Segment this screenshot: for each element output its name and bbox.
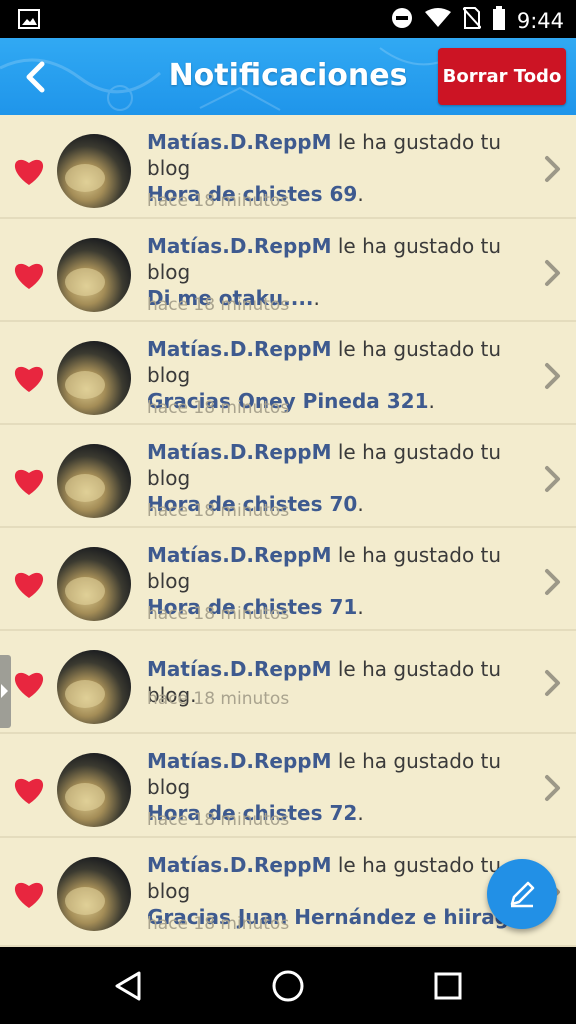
chevron-right-icon[interactable] <box>542 259 564 287</box>
notification-end: . <box>428 389 435 413</box>
status-bar: 9:44 <box>0 0 576 38</box>
notification-time: hace 18 minutos <box>147 810 290 830</box>
notification-time: hace 18 minutos <box>147 604 290 624</box>
status-icons: 9:44 <box>391 6 564 35</box>
chevron-right-icon[interactable] <box>542 774 564 802</box>
avatar[interactable] <box>57 753 131 827</box>
chevron-right-icon[interactable] <box>542 465 564 493</box>
notification-user[interactable]: Matías.D.ReppM <box>147 749 332 773</box>
notification-user[interactable]: Matías.D.ReppM <box>147 657 332 681</box>
heart-icon <box>14 672 44 698</box>
notification-row[interactable]: Matías.D.ReppM le ha gustado tu blog Hora… <box>0 734 576 838</box>
avatar[interactable] <box>57 857 131 931</box>
notification-end: . <box>313 286 320 310</box>
battery-icon <box>492 6 505 35</box>
nav-recents-button[interactable] <box>428 967 468 1005</box>
chevron-right-icon[interactable] <box>542 568 564 596</box>
pencil-icon <box>510 881 535 908</box>
heart-icon <box>14 263 44 289</box>
notification-time: hace 18 minutos <box>147 914 290 934</box>
notification-row[interactable]: Matías.D.ReppM le ha gustado tu blog Grac… <box>0 322 576 425</box>
app-bar: Notificaciones Borrar Todo <box>0 38 576 115</box>
notification-list: Matías.D.ReppM le ha gustado tu blog Hora… <box>0 115 576 947</box>
compose-button[interactable] <box>487 859 557 929</box>
heart-icon <box>14 366 44 392</box>
heart-icon <box>14 159 44 185</box>
notification-time: hace 18 minutos <box>147 689 290 709</box>
nav-home-button[interactable] <box>268 967 308 1005</box>
system-nav-bar <box>0 947 576 1024</box>
back-triangle-icon <box>115 971 141 1001</box>
image-notification-icon <box>18 9 40 34</box>
no-sim-icon <box>462 6 482 35</box>
notification-time: hace 18 minutos <box>147 191 290 211</box>
avatar[interactable] <box>57 341 131 415</box>
notification-end: . <box>357 182 364 206</box>
notification-row[interactable]: Matías.D.ReppM le ha gustado tu blog Di m… <box>0 219 576 322</box>
notification-row[interactable]: Matías.D.ReppM le ha gustado tu blog Hora… <box>0 528 576 631</box>
notification-user[interactable]: Matías.D.ReppM <box>147 337 332 361</box>
avatar[interactable] <box>57 650 131 724</box>
chevron-right-icon[interactable] <box>542 155 564 183</box>
home-circle-icon <box>272 970 304 1002</box>
side-drawer-handle[interactable] <box>0 655 11 728</box>
nav-back-button[interactable] <box>108 967 148 1005</box>
wifi-icon <box>424 8 451 33</box>
notification-time: hace 18 minutos <box>147 501 290 521</box>
notification-user[interactable]: Matías.D.ReppM <box>147 543 332 567</box>
recents-square-icon <box>434 972 462 1000</box>
notification-row[interactable]: Matías.D.ReppM le ha gustado tu blog Hora… <box>0 425 576 528</box>
avatar[interactable] <box>57 547 131 621</box>
notification-user[interactable]: Matías.D.ReppM <box>147 130 332 154</box>
heart-icon <box>14 469 44 495</box>
avatar[interactable] <box>57 134 131 208</box>
clear-all-button[interactable]: Borrar Todo <box>438 48 566 105</box>
heart-icon <box>14 882 44 908</box>
notification-end: . <box>357 801 364 825</box>
do-not-disturb-icon <box>391 7 413 34</box>
notification-row[interactable]: Matías.D.ReppM le ha gustado tu blog. ha… <box>0 631 576 734</box>
avatar[interactable] <box>57 238 131 312</box>
notification-time: hace 18 minutos <box>147 398 290 418</box>
notification-row[interactable]: Matías.D.ReppM le ha gustado tu blog Hora… <box>0 115 576 219</box>
notification-end: . <box>357 492 364 516</box>
notification-end: . <box>357 595 364 619</box>
notification-time: hace 18 minutos <box>147 295 290 315</box>
notification-user[interactable]: Matías.D.ReppM <box>147 234 332 258</box>
heart-icon <box>14 572 44 598</box>
notification-user[interactable]: Matías.D.ReppM <box>147 853 332 877</box>
clock: 9:44 <box>516 8 564 33</box>
avatar[interactable] <box>57 444 131 518</box>
notification-user[interactable]: Matías.D.ReppM <box>147 440 332 464</box>
chevron-right-icon[interactable] <box>542 669 564 697</box>
chevron-right-icon[interactable] <box>542 362 564 390</box>
heart-icon <box>14 778 44 804</box>
